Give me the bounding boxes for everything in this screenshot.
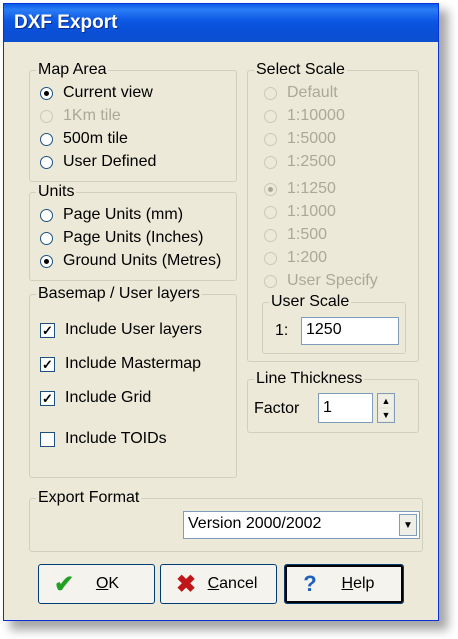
include-grid-checkbox[interactable]: ✓ Include Grid	[40, 387, 151, 409]
map-area-1km-tile-radio: 1Km tile	[40, 105, 121, 127]
title-bar[interactable]: DXF Export	[4, 4, 438, 42]
radio-icon	[264, 205, 277, 219]
scale-5000-radio: 1:5000	[264, 128, 336, 150]
checkbox-label: Include Mastermap	[65, 355, 202, 372]
radio-icon	[40, 155, 53, 169]
radio-selected-icon	[264, 182, 277, 196]
ok-button[interactable]: ✔ OK	[38, 564, 155, 604]
radio-icon	[264, 274, 277, 288]
units-group: Units Page Units (mm) Page Units (Inches…	[29, 183, 237, 281]
factor-input[interactable]: 1	[318, 393, 373, 423]
map-area-user-defined-radio[interactable]: User Defined	[40, 151, 156, 173]
units-ground-metres-radio[interactable]: Ground Units (Metres)	[40, 250, 221, 272]
scale-10000-radio: 1:10000	[264, 105, 345, 127]
ok-button-label: OK	[95, 575, 120, 592]
export-format-value: Version 2000/2002	[188, 515, 322, 532]
radio-icon	[40, 132, 53, 146]
map-area-legend: Map Area	[36, 61, 109, 79]
scale-user-specify-radio: User Specify	[264, 270, 378, 292]
checkmark-icon: ✓	[40, 356, 55, 372]
radio-label: 1:2500	[287, 153, 336, 170]
include-user-layers-checkbox[interactable]: ✓ Include User layers	[40, 319, 202, 341]
map-area-current-view-radio[interactable]: Current view	[40, 82, 153, 104]
scale-1250-radio: 1:1250	[264, 178, 336, 200]
units-page-inches-radio[interactable]: Page Units (Inches)	[40, 227, 204, 249]
checkbox-label: Include User layers	[65, 321, 202, 338]
radio-label: 1:10000	[287, 107, 345, 124]
help-button-label: Help	[341, 575, 375, 592]
scale-200-radio: 1:200	[264, 247, 327, 269]
radio-icon	[264, 155, 277, 169]
dropdown-arrow-icon[interactable]: ▼	[399, 514, 417, 536]
radio-icon	[40, 208, 53, 222]
units-legend: Units	[36, 183, 77, 201]
cancel-button[interactable]: ✖ Cancel	[160, 564, 277, 604]
user-scale-prefix: 1:	[275, 322, 289, 339]
checkmark-icon: ✓	[40, 322, 55, 338]
select-scale-legend: Select Scale	[254, 61, 347, 79]
radio-label: Current view	[63, 84, 153, 101]
export-format-select[interactable]: Version 2000/2002 ▼	[183, 511, 420, 539]
checkmark-icon: ✓	[40, 390, 55, 406]
layers-group: Basemap / User layers ✓ Include User lay…	[29, 285, 237, 478]
radio-icon	[264, 86, 277, 100]
cancel-button-label: Cancel	[207, 575, 258, 592]
export-format-group: Export Format Version 2000/2002 ▼	[29, 489, 423, 552]
checkbox-label: Include Grid	[65, 389, 152, 406]
radio-label: 1:200	[287, 249, 328, 266]
radio-label: Default	[287, 84, 338, 101]
radio-label: Page Units (mm)	[63, 206, 184, 223]
radio-label: Ground Units (Metres)	[63, 252, 222, 269]
radio-label: 1Km tile	[63, 107, 121, 124]
radio-icon	[40, 109, 53, 123]
scale-1000-radio: 1:1000	[264, 201, 336, 223]
units-page-mm-radio[interactable]: Page Units (mm)	[40, 204, 183, 226]
layers-legend: Basemap / User layers	[36, 285, 202, 303]
user-scale-group: User Scale 1: 1250	[262, 293, 406, 354]
export-format-legend: Export Format	[36, 489, 142, 507]
line-thickness-legend: Line Thickness	[254, 370, 365, 388]
radio-selected-icon	[40, 86, 53, 100]
radio-label: User Defined	[63, 153, 157, 170]
scale-default-radio: Default	[264, 82, 338, 104]
include-toids-checkbox[interactable]: Include TOIDs	[40, 428, 167, 450]
radio-icon	[264, 109, 277, 123]
radio-selected-icon	[40, 254, 53, 268]
map-area-500m-tile-radio[interactable]: 500m tile	[40, 128, 128, 150]
dxf-export-dialog: DXF Export Map Area Current view 1Km til…	[3, 3, 439, 621]
radio-label: 500m tile	[63, 130, 128, 147]
line-thickness-group: Line Thickness Factor 1 ▲ ▼	[247, 370, 419, 433]
radio-label: User Specify	[287, 272, 378, 289]
radio-label: 1:500	[287, 226, 328, 243]
radio-label: 1:1000	[287, 203, 336, 220]
radio-icon	[40, 231, 53, 245]
scale-2500-radio: 1:2500	[264, 151, 336, 173]
user-scale-input[interactable]: 1250	[301, 317, 399, 345]
spin-up-icon[interactable]: ▲	[378, 394, 394, 408]
checkbox-icon	[40, 431, 55, 447]
user-scale-legend: User Scale	[269, 293, 352, 311]
factor-label: Factor	[254, 400, 300, 417]
include-mastermap-checkbox[interactable]: ✓ Include Mastermap	[40, 353, 201, 375]
radio-label: Page Units (Inches)	[63, 229, 204, 246]
factor-spinner[interactable]: ▲ ▼	[377, 393, 395, 423]
scale-500-radio: 1:500	[264, 224, 327, 246]
radio-label: 1:1250	[287, 180, 336, 197]
checkbox-label: Include TOIDs	[65, 430, 167, 447]
help-button[interactable]: ? Help	[284, 564, 404, 604]
select-scale-group: Select Scale Default 1:10000 1:5000 1:25…	[247, 61, 419, 362]
window-title: DXF Export	[14, 12, 118, 33]
map-area-group: Map Area Current view 1Km tile 500m tile…	[29, 61, 237, 182]
spin-down-icon[interactable]: ▼	[378, 408, 394, 422]
radio-icon	[264, 132, 277, 146]
radio-icon	[264, 251, 277, 265]
radio-label: 1:5000	[287, 130, 336, 147]
radio-icon	[264, 228, 277, 242]
